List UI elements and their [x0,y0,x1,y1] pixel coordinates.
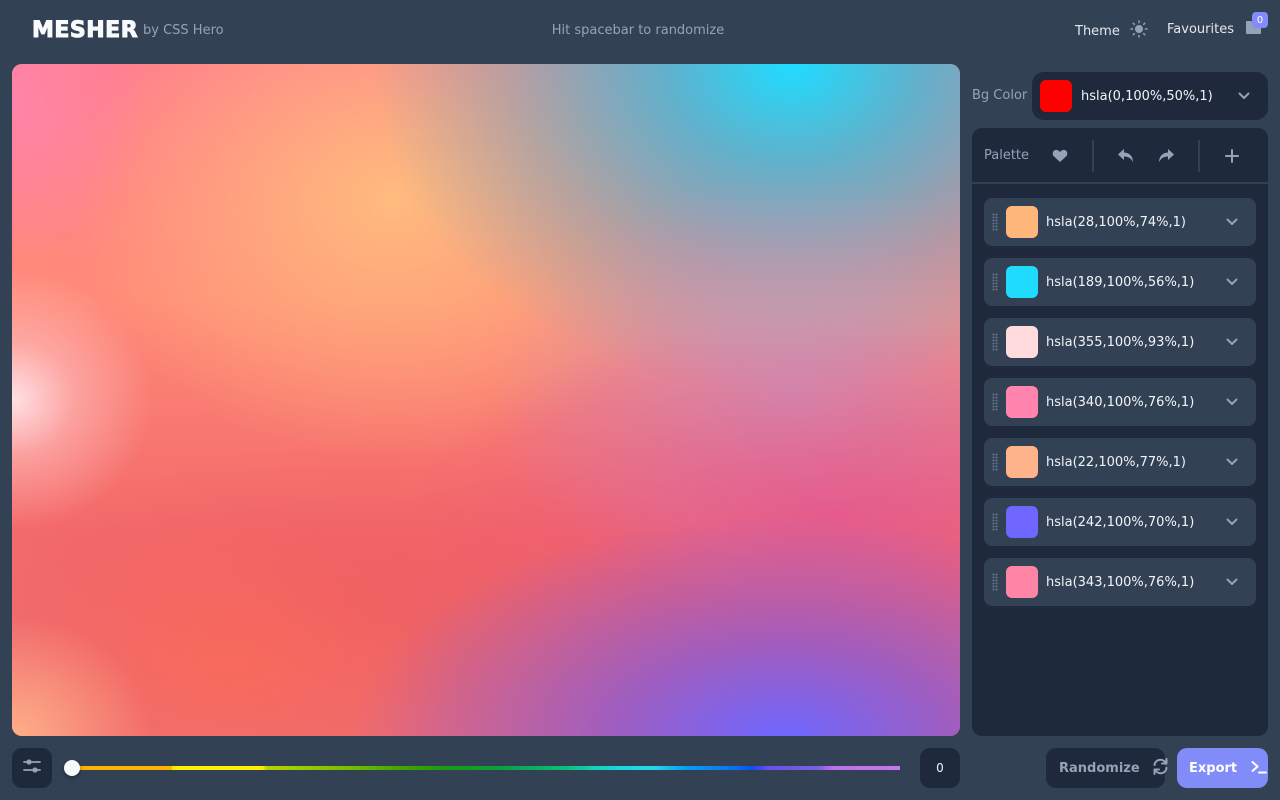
settings-button[interactable] [12,748,52,788]
palette-color-row[interactable]: hsla(28,100%,74%,1) [984,198,1256,246]
bg-color-picker[interactable]: hsla(0,100%,50%,1) [1032,72,1268,120]
drag-handle-icon[interactable] [992,333,998,351]
chevron-down-icon[interactable] [1220,570,1244,594]
hue-slider[interactable] [64,760,900,776]
palette-color-row[interactable]: hsla(355,100%,93%,1) [984,318,1256,366]
palette-color-value: hsla(189,100%,56%,1) [1046,274,1195,290]
chevron-down-icon[interactable] [1220,270,1244,294]
mesh-gradient-canvas[interactable] [12,64,960,736]
drag-handle-icon[interactable] [992,453,998,471]
palette-color-swatch[interactable] [1006,566,1038,598]
palette-color-value: hsla(343,100%,76%,1) [1046,574,1195,590]
palette-color-row[interactable]: hsla(343,100%,76%,1) [984,558,1256,606]
hue-slider-track[interactable] [72,766,900,770]
favourites-button[interactable]: Favourites [1167,20,1262,39]
plus-icon[interactable] [1220,145,1244,167]
export-label: Export [1189,760,1238,776]
palette-color-row[interactable]: hsla(340,100%,76%,1) [984,378,1256,426]
top-bar: MESHER by CSS Hero Hit spacebar to rando… [0,0,1280,64]
sliders-icon [23,758,41,778]
toolbar-divider [1092,140,1094,172]
hue-slider-thumb[interactable] [64,760,80,776]
randomize-label: Randomize [1059,760,1140,776]
chevron-down-icon[interactable] [1220,390,1244,414]
export-button[interactable]: Export [1177,748,1268,788]
palette-color-row[interactable]: hsla(189,100%,56%,1) [984,258,1256,306]
toolbar-divider [1198,140,1200,172]
theme-toggle-button[interactable]: Theme [1075,20,1148,42]
palette-color-swatch[interactable] [1006,446,1038,478]
palette-color-value: hsla(355,100%,93%,1) [1046,334,1195,350]
chevron-down-icon[interactable] [1220,330,1244,354]
chevron-down-icon[interactable] [1220,510,1244,534]
gradient-blob-hotpink [12,64,960,736]
drag-handle-icon[interactable] [992,273,998,291]
palette-color-swatch[interactable] [1006,266,1038,298]
hue-slider-track-end [72,766,900,770]
palette-color-swatch[interactable] [1006,206,1038,238]
theme-label: Theme [1075,23,1120,39]
palette-color-value: hsla(242,100%,70%,1) [1046,514,1195,530]
drag-handle-icon[interactable] [992,573,998,591]
palette-color-row[interactable]: hsla(242,100%,70%,1) [984,498,1256,546]
undo-icon[interactable] [1114,145,1138,167]
drag-handle-icon[interactable] [992,393,998,411]
palette-color-row[interactable]: hsla(22,100%,77%,1) [984,438,1256,486]
drag-handle-icon[interactable] [992,513,998,531]
terminal-icon [1251,759,1268,778]
palette-color-value: hsla(22,100%,77%,1) [1046,454,1187,470]
refresh-icon [1152,757,1169,779]
palette-color-swatch[interactable] [1006,326,1038,358]
favourites-count-badge: 0 [1252,12,1268,28]
palette-toolbar: Palette [972,128,1268,184]
favourites-label: Favourites [1167,22,1234,37]
chevron-down-icon[interactable] [1232,84,1256,108]
palette-color-swatch[interactable] [1006,386,1038,418]
randomize-button[interactable]: Randomize [1046,748,1168,788]
bg-color-value: hsla(0,100%,50%,1) [1081,88,1213,104]
bg-color-label: Bg Color [972,88,1028,103]
palette-title: Palette [984,148,1030,163]
redo-icon[interactable] [1154,145,1178,167]
heart-icon[interactable] [1048,145,1072,167]
chevron-down-icon[interactable] [1220,210,1244,234]
palette-color-value: hsla(340,100%,76%,1) [1046,394,1195,410]
palette-panel: Palette hsla(28,100%,74%,1) hsla(189,100… [972,128,1268,736]
hue-value-display[interactable]: 0 [920,748,960,788]
palette-color-swatch[interactable] [1006,506,1038,538]
chevron-down-icon[interactable] [1220,450,1244,474]
bg-color-swatch[interactable] [1040,80,1072,112]
palette-color-value: hsla(28,100%,74%,1) [1046,214,1187,230]
drag-handle-icon[interactable] [992,213,998,231]
palette-color-list: hsla(28,100%,74%,1) hsla(189,100%,56%,1)… [984,198,1256,618]
sun-icon [1130,20,1148,42]
